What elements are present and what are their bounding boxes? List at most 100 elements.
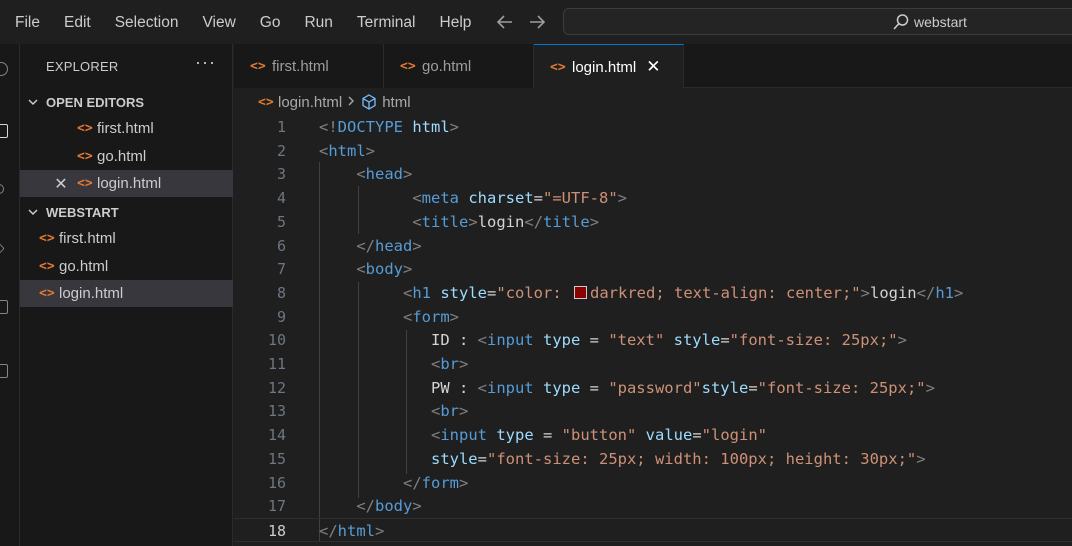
line-number: 13 (267, 402, 286, 421)
code-text: ID : <input type = "text" style="font-si… (319, 331, 907, 350)
color-swatch[interactable] (574, 285, 588, 299)
line-number: 9 (276, 307, 286, 326)
code-text: <head> (356, 165, 413, 184)
code-text: <html> (319, 141, 376, 160)
line-number: 2 (276, 141, 286, 160)
code-line[interactable]: 7 <body> (234, 257, 1072, 281)
tab-first[interactable]: <> first.html (234, 44, 384, 88)
open-editors-header[interactable]: OPEN EDITORS (20, 89, 233, 115)
chevron-right-icon (346, 95, 356, 110)
code-line[interactable]: 17 </body> (234, 494, 1072, 518)
breadcrumb-file[interactable]: login.html (278, 94, 342, 111)
line-number: 17 (267, 497, 286, 516)
line-number: 5 (276, 212, 286, 231)
run-debug-icon[interactable] (0, 300, 8, 314)
code-line[interactable]: 4 <meta charset="=UTF-8"> (234, 186, 1072, 210)
code-line[interactable]: 2 <html> (234, 139, 1072, 163)
command-center-search[interactable]: webstart (563, 8, 1072, 35)
code-text: <title>login</title> (412, 212, 600, 231)
explorer-sidebar: EXPLORER ··· OPEN EDITORS <> first.html … (20, 44, 233, 546)
html-file-icon: <> (77, 121, 93, 136)
code-line[interactable]: 1 <!DOCTYPE html> (234, 115, 1072, 139)
open-editor-login[interactable]: ✕ <> login.html (20, 170, 233, 197)
open-editor-first[interactable]: <> first.html (20, 115, 233, 142)
code-editor[interactable]: 1 <!DOCTYPE html> 2 <html> 3 <head> 4 <meta c… (234, 114, 1072, 546)
open-editor-label: login.html (97, 175, 162, 192)
code-line[interactable]: 3 <head> (234, 162, 1072, 186)
code-text: <input type = "button" value="login" (430, 426, 767, 445)
menu-terminal[interactable]: Terminal (345, 12, 428, 34)
line-number: 15 (267, 449, 286, 468)
line-number: 7 (276, 260, 286, 279)
menu-file[interactable]: File (3, 12, 52, 34)
line-number: 18 (267, 521, 286, 540)
line-number: 12 (267, 378, 286, 397)
code-text: <br> (430, 355, 469, 373)
file-label: go.html (59, 258, 109, 275)
line-number: 3 (276, 165, 286, 184)
code-text: <meta charset="=UTF-8"> (412, 189, 628, 208)
search-text: webstart (914, 14, 967, 30)
code-line[interactable]: 14 <input type = "button" value="login" (234, 423, 1072, 447)
html-file-icon: <> (77, 149, 93, 164)
code-line[interactable]: 12 PW : <input type = "password"style="f… (234, 376, 1072, 400)
open-editor-go[interactable]: <> go.html (20, 143, 233, 170)
html-file-icon: <> (39, 231, 55, 246)
breadcrumb: <> login.html html (258, 92, 411, 112)
accounts-icon[interactable] (0, 62, 8, 76)
code-line[interactable]: 16 </form> (234, 471, 1072, 495)
code-line[interactable]: 5 <title>login</title> (234, 210, 1072, 234)
workspace-header[interactable]: WEBSTART (20, 199, 233, 225)
line-number: 16 (267, 473, 286, 492)
chevron-down-icon (20, 206, 46, 218)
code-line[interactable]: 18 </html> (234, 517, 1072, 542)
code-text: style="font-size: 25px; width: 100px; he… (430, 449, 926, 468)
code-line[interactable]: 15 style="font-size: 25px; width: 100px;… (234, 447, 1072, 471)
breadcrumb-symbol[interactable]: html (382, 94, 410, 111)
line-number: 14 (267, 426, 286, 445)
file-first[interactable]: <> first.html (20, 225, 233, 252)
menu-go[interactable]: Go (248, 12, 293, 34)
menu-edit[interactable]: Edit (52, 12, 103, 34)
tab-label: first.html (272, 57, 329, 75)
tab-go[interactable]: <> go.html (384, 44, 534, 88)
code-text: </head> (356, 236, 422, 255)
line-number: 8 (276, 283, 286, 302)
code-text: </form> (403, 473, 469, 492)
arrow-left-icon[interactable] (494, 11, 516, 33)
code-line[interactable]: 13 <br> (234, 399, 1072, 423)
code-line[interactable]: 9 <form> (234, 305, 1072, 329)
file-go[interactable]: <> go.html (20, 253, 233, 280)
close-icon[interactable]: ✕ (646, 57, 660, 77)
code-line[interactable]: 8 <h1 style="color: darkred; text-align:… (234, 281, 1072, 305)
tab-label: go.html (422, 57, 472, 75)
open-editors-label: OPEN EDITORS (46, 94, 145, 110)
title-bar: File Edit Selection View Go Run Terminal… (0, 0, 1072, 44)
menu-selection[interactable]: Selection (103, 12, 191, 34)
close-icon[interactable]: ✕ (48, 174, 74, 194)
line-number: 10 (267, 331, 286, 350)
editor-tabs: <> first.html <> go.html <> login.html ✕ (234, 44, 1072, 89)
menu-view[interactable]: View (190, 12, 247, 34)
file-login[interactable]: <> login.html (20, 280, 233, 307)
extensions-icon[interactable] (0, 364, 8, 378)
code-text: <br> (430, 402, 469, 421)
menu-help[interactable]: Help (428, 12, 484, 34)
code-line[interactable]: 10 ID : <input type = "text" style="font… (234, 328, 1072, 352)
source-control-icon[interactable] (0, 242, 5, 255)
tab-login[interactable]: <> login.html ✕ (534, 44, 684, 89)
html-file-icon: <> (258, 94, 274, 110)
explorer-title: EXPLORER (46, 59, 119, 74)
html-file-icon: <> (77, 176, 93, 191)
code-text: </html> (319, 521, 385, 540)
menu-run[interactable]: Run (292, 12, 344, 34)
code-line[interactable]: 6 </head> (234, 234, 1072, 258)
search-activity-icon[interactable] (0, 184, 4, 194)
file-label: first.html (59, 230, 116, 247)
line-number: 4 (276, 189, 286, 208)
code-text: <h1 style="color: darkred; text-align: c… (403, 283, 964, 302)
code-line[interactable]: 11 <br> (234, 352, 1072, 376)
explorer-icon[interactable] (0, 124, 8, 138)
more-icon[interactable]: ··· (195, 52, 216, 73)
arrow-right-icon[interactable] (526, 11, 548, 33)
